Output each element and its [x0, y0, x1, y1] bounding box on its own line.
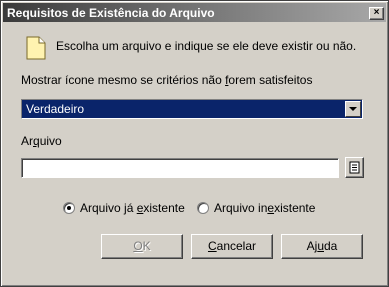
close-icon: × [373, 7, 380, 18]
help-button[interactable]: Ajuda [281, 234, 363, 259]
radio-nonexistent-file-label: Arquivo inexistente [214, 201, 316, 215]
show-icon-label: Mostrar ícone mesmo se critérios não for… [21, 73, 313, 87]
chevron-down-icon[interactable] [345, 101, 361, 117]
ok-button[interactable]: OK [101, 234, 183, 259]
browse-button[interactable] [345, 157, 364, 178]
window-title: Requisitos de Existência do Arquivo [7, 6, 215, 20]
file-label: Arquivo [21, 134, 62, 148]
cancel-button[interactable]: Cancelar [191, 234, 273, 259]
radio-existing-file-indicator[interactable] [63, 202, 75, 214]
show-icon-dropdown[interactable]: Verdadeiro [21, 99, 363, 119]
close-button[interactable]: × [369, 7, 384, 20]
browse-icon [349, 161, 360, 174]
title-bar[interactable]: Requisitos de Existência do Arquivo × [3, 3, 386, 22]
file-path-input[interactable] [21, 158, 339, 178]
show-icon-dropdown-value: Verdadeiro [26, 102, 85, 116]
file-existence-dialog: Requisitos de Existência do Arquivo × Es… [0, 0, 389, 287]
radio-nonexistent-file-indicator[interactable] [197, 202, 209, 214]
intro-text: Escolha um arquivo e indique se ele deve… [56, 39, 357, 53]
radio-existing-file[interactable]: Arquivo já existente [63, 201, 185, 215]
radio-nonexistent-file[interactable]: Arquivo inexistente [197, 201, 315, 215]
radio-existing-file-label: Arquivo já existente [80, 201, 185, 215]
document-icon [26, 36, 46, 60]
